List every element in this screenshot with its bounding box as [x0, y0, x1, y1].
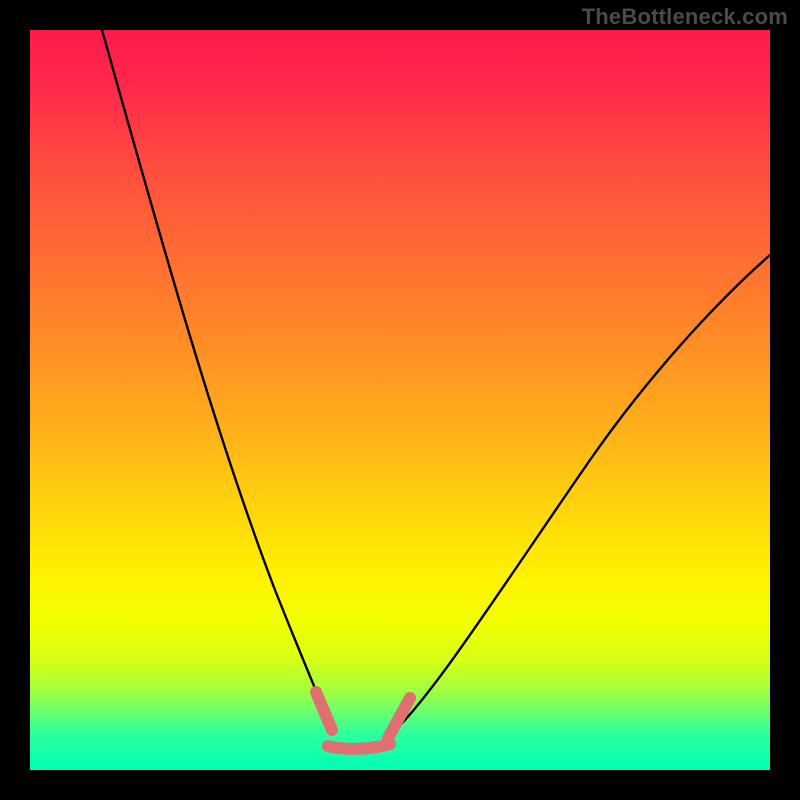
valley-floor-marker [328, 744, 390, 749]
curve-right-branch [390, 255, 770, 735]
curve-left-branch [102, 30, 330, 725]
chart-frame: TheBottleneck.com [0, 0, 800, 800]
bottleneck-curve-svg [30, 30, 770, 770]
watermark-text: TheBottleneck.com [582, 4, 788, 30]
left-valley-marker [316, 692, 332, 730]
plot-area [30, 30, 770, 770]
